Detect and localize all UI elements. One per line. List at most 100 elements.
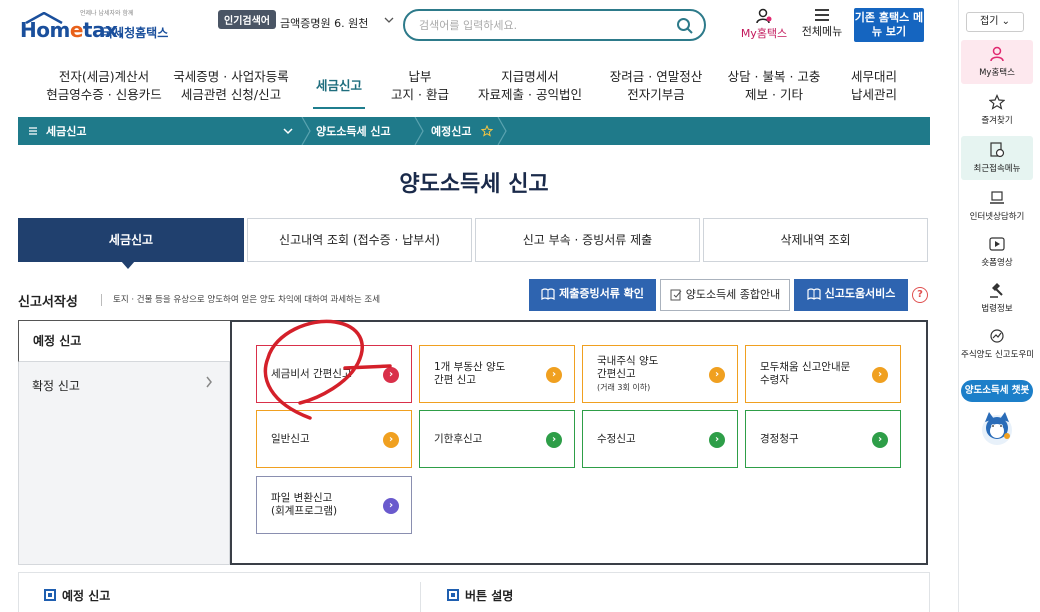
card-domestic-stock[interactable]: 국내주식 양도 간편신고 (거래 3회 이하) › [582,345,738,403]
docs-check-label: 제출증빙서류 확인 [559,287,644,300]
section-title: 신고서작성 [18,295,78,310]
old-hometax-menu-button[interactable]: 기존 홈택스 메뉴 보기 [854,8,924,42]
card-label-line: 간편 신고 [434,374,476,386]
card-label-line: 국내주식 양도 [597,354,659,367]
gnb-item-e-invoice[interactable]: 전자(세금)계산서 현금영수증 · 신용카드 [34,68,174,104]
card-label-line: 수령자 [760,374,789,386]
gnb-item-consultation[interactable]: 상담 · 불복 · 고충 제보 · 기타 [722,68,826,104]
chart-circle-icon [990,329,1004,343]
card-file-conversion[interactable]: 파일 변환신고 (회계프로그램) › [256,476,412,534]
gnb-item-payment-statement[interactable]: 지급명세서 자료제출 · 공익법인 [470,68,590,104]
hometax-logo[interactable]: 언제나 납세자와 함께 Hometax. 국세청홈택스 [18,8,178,48]
breadcrumb-level3[interactable]: 예정신고 [431,123,471,139]
page-title: 양도소득세 신고 [399,172,549,197]
arrow-right-icon: › [546,432,562,448]
card-prefilled-notice[interactable]: 모두채움 신고안내문 수령자 › [745,345,901,403]
star-icon [989,94,1005,110]
filing-help-service-label: 신고도움서비스 [824,287,896,300]
chatbot-button[interactable]: 양도소득세 챗봇 [961,380,1033,402]
arrow-right-icon: › [709,432,725,448]
rail-item-short-video[interactable]: 숏폼영상 [961,230,1033,274]
rail-item-label: 숏폼영상 [981,258,1013,268]
breadcrumb-separator-icon [414,117,424,145]
card-label: 기한후신고 [434,432,483,445]
rail-item-law-info[interactable]: 법령정보 [961,276,1033,320]
gnb-item-incentives[interactable]: 장려금 · 연말정산 전자기부금 [598,68,714,104]
menu-item-final-filing[interactable]: 확정 신고 [18,366,230,404]
popular-search-term[interactable]: 금액증명원 6. 원천 [280,15,380,31]
bottom-heading-button-desc: 버튼 설명 [465,589,514,603]
gnb-item-tax-filing[interactable]: 세금신고 [305,77,373,95]
gnb-line: 제보 · 기타 [745,87,803,102]
gnb-line: 세무대리 [850,69,897,84]
card-label-line: 모두채움 신고안내문 [760,361,851,373]
card-label-line: 1개 부동산 양도 [434,361,506,373]
arrow-right-icon: › [872,367,888,383]
card-single-real-estate[interactable]: 1개 부동산 양도 간편 신고 › [419,345,575,403]
chevron-down-icon[interactable] [283,127,293,135]
rail-item-label: My홈택스 [979,68,1015,78]
chatbot-mascot-icon[interactable] [977,408,1017,448]
rail-item-recent-menu[interactable]: 최근접속메뉴 [961,136,1033,180]
bottom-divider [420,582,421,612]
breadcrumb-separator-icon [497,117,507,145]
tab-attachments[interactable]: 신고 부속 · 증빙서류 제출 [475,218,700,262]
star-icon[interactable] [481,125,493,137]
logo-wordmark-part: Hom [20,18,70,42]
card-label: 1개 부동산 양도 간편 신고 [434,346,505,402]
rail-item-stock-transfer-helper[interactable]: 주식양도 신고도우미 [961,322,1035,366]
transfer-tax-guide-button[interactable]: 양도소득세 종합안내 [660,279,790,311]
breadcrumb-menu[interactable]: 세금신고 [46,123,86,139]
chevron-down-icon[interactable] [384,14,394,27]
gnb-item-payment[interactable]: 납부 고지 · 환급 [380,68,460,104]
card-correction-claim[interactable]: 경정청구 › [745,410,901,468]
card-label: 수정신고 [597,432,636,445]
menu-item-preliminary-filing[interactable]: 예정 신고 [18,320,232,362]
arrow-right-icon: › [383,432,399,448]
gnb-line: 납세관리 [850,87,897,102]
gnb-line: 국세증명 · 사업자등록 [173,69,289,84]
arrow-right-icon: › [872,432,888,448]
rail-item-label: 즐겨찾기 [981,116,1013,126]
active-tab-pointer [121,261,135,269]
card-label: 경정청구 [760,432,799,445]
rail-item-my-hometax[interactable]: My홈택스 [961,40,1033,84]
tab-filing-history[interactable]: 신고내역 조회 (접수증 · 납부서) [247,218,472,262]
tab-deletion-history[interactable]: 삭제내역 조회 [703,218,928,262]
card-label: 국내주식 양도 간편신고 (거래 3회 이하) [597,346,658,402]
card-late-filing[interactable]: 기한후신고 › [419,410,575,468]
user-icon [756,8,772,24]
card-label: 파일 변환신고 (회계프로그램) [271,477,337,533]
breadcrumb-separator-icon [301,117,311,145]
logo-wordmark-part: e [69,18,84,42]
gnb-item-tax-agent[interactable]: 세무대리납세관리 [834,68,914,104]
rail-item-favorites[interactable]: 즐겨찾기 [961,88,1033,132]
transfer-tax-guide-label: 양도소득세 종합안내 [685,288,781,301]
menu-icon[interactable] [28,126,38,136]
gnb-item-certificates[interactable]: 국세증명 · 사업자등록세금관련 신청/신고 [168,68,294,104]
rail-item-label: 인터넷상담하기 [969,212,1025,222]
breadcrumb-level2[interactable]: 양도소득세 신고 [316,123,391,139]
help-icon[interactable]: ? [912,287,928,303]
rail-item-online-consult[interactable]: 인터넷상담하기 [961,184,1033,228]
rail-item-label: 주식양도 신고도우미 [961,350,1035,360]
search-input[interactable] [419,16,669,34]
search-icon[interactable] [676,17,694,35]
card-amended-filing[interactable]: 수정신고 › [582,410,738,468]
gnb-line: 세금관련 신청/신고 [180,87,282,102]
arrow-right-icon: › [383,498,399,514]
my-hometax-button[interactable]: My홈택스 [740,8,788,40]
gnb-line: 장려금 · 연말정산 [609,69,703,84]
gnb-line: 세금신고 [315,78,362,93]
rail-item-label: 법령정보 [981,304,1013,314]
video-play-icon [989,237,1005,251]
rail-fold-button[interactable]: 접기 ⌄ [966,12,1024,32]
gnb-line: 전자(세금)계산서 [58,69,150,84]
logo-subtitle: 국세청홈택스 [102,26,169,40]
all-menu-button[interactable]: 전체메뉴 [797,8,847,38]
tab-tax-filing[interactable]: 세금신고 [18,218,244,262]
docs-check-button[interactable]: 제출증빙서류 확인 [529,279,656,311]
logo-tagline: 언제나 납세자와 함께 [80,10,134,17]
filing-help-service-button[interactable]: 신고도움서비스 [794,279,908,311]
book-icon [806,288,821,301]
